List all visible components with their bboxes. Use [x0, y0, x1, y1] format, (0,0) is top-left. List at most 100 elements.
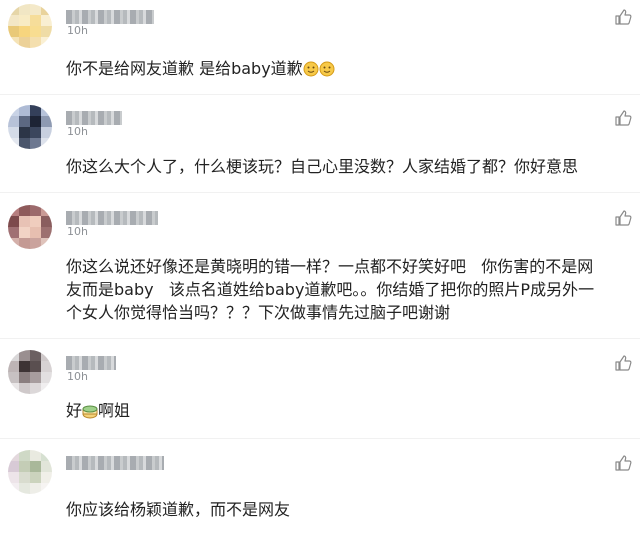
avatar-pixel: [41, 26, 52, 37]
avatar-pixel: [8, 26, 19, 37]
avatar-pixel: [8, 372, 19, 383]
avatar-pixel: [30, 138, 41, 149]
avatar-pixel: [41, 483, 52, 494]
avatar-pixel: [30, 372, 41, 383]
avatar-pixel: [41, 238, 52, 249]
avatar-pixel: [41, 4, 52, 15]
avatar-pixel: [19, 127, 30, 138]
avatar[interactable]: [8, 105, 52, 149]
username-blurred[interactable]: [66, 356, 116, 370]
avatar-pixel: [41, 227, 52, 238]
divider: [0, 192, 640, 193]
avatar-pixel: [19, 4, 30, 15]
avatar-pixel: [30, 483, 41, 494]
comment-text-part: 啊姐: [98, 401, 131, 420]
comment-feed: 10h 你不是给网友道歉 是给baby道歉 10h 你这么大个人了，什么梗该玩？…: [0, 0, 640, 538]
avatar-pixel: [8, 461, 19, 472]
avatar-pixel: [30, 350, 41, 361]
cake-emoji-icon: [82, 405, 98, 419]
avatar-pixel: [19, 205, 30, 216]
comment-text: 好啊姐: [66, 399, 634, 422]
avatar-pixel: [8, 116, 19, 127]
avatar-pixel: [41, 105, 52, 116]
avatar-pixel: [41, 127, 52, 138]
avatar-pixel: [30, 238, 41, 249]
avatar-pixel: [41, 37, 52, 48]
comment-text-line: 友而是baby 该点名道姓给baby道歉吧。。你结婚了把你的照片P成另外一: [66, 280, 595, 299]
avatar-pixel: [19, 116, 30, 127]
avatar-pixel: [8, 105, 19, 116]
avatar-pixel: [8, 216, 19, 227]
avatar-pixel: [19, 105, 30, 116]
divider: [0, 438, 640, 439]
avatar-pixel: [19, 238, 30, 249]
avatar-pixel: [30, 105, 41, 116]
avatar-pixel: [30, 127, 41, 138]
avatar-pixel: [8, 483, 19, 494]
like-thumb-icon[interactable]: [614, 109, 632, 127]
like-thumb-icon[interactable]: [614, 209, 632, 227]
avatar-pixel: [8, 472, 19, 483]
username-blurred[interactable]: [66, 111, 122, 125]
avatar-pixel: [8, 4, 19, 15]
avatar-pixel: [41, 216, 52, 227]
avatar-pixel: [8, 127, 19, 138]
avatar-pixel: [41, 15, 52, 26]
avatar-pixel: [19, 350, 30, 361]
avatar-pixel: [41, 450, 52, 461]
avatar-pixel: [30, 450, 41, 461]
comment-time: 10h: [67, 370, 88, 383]
avatar-pixel: [19, 461, 30, 472]
avatar[interactable]: [8, 450, 52, 494]
avatar[interactable]: [8, 205, 52, 249]
comment-text-part: 好: [66, 401, 83, 420]
username-blurred[interactable]: [66, 456, 164, 470]
avatar-pixel: [41, 350, 52, 361]
avatar-pixel: [30, 37, 41, 48]
avatar-pixel: [30, 116, 41, 127]
avatar[interactable]: [8, 4, 52, 48]
avatar-pixel: [8, 15, 19, 26]
like-thumb-icon[interactable]: [614, 354, 632, 372]
avatar-pixel: [8, 383, 19, 394]
comment-text-part: 你不是给网友道歉 是给baby道歉: [66, 59, 303, 78]
avatar-pixel: [19, 483, 30, 494]
comment-text-line: 你这么说还好像还是黄晓明的错一样？一点都不好笑好吧 你伤害的不是网: [66, 257, 594, 276]
comment-text: 你这么说还好像还是黄晓明的错一样？一点都不好笑好吧 你伤害的不是网 友而是bab…: [66, 255, 634, 324]
avatar-pixel: [19, 138, 30, 149]
avatar-pixel: [41, 461, 52, 472]
avatar-pixel: [19, 26, 30, 37]
avatar-pixel: [19, 472, 30, 483]
avatar-pixel: [41, 205, 52, 216]
avatar-pixel: [8, 227, 19, 238]
smiley-emoji-icon: [303, 61, 319, 77]
avatar-pixel: [19, 450, 30, 461]
avatar-pixel: [41, 372, 52, 383]
avatar-pixel: [30, 461, 41, 472]
avatar-pixel: [8, 350, 19, 361]
avatar[interactable]: [8, 350, 52, 394]
username-blurred[interactable]: [66, 211, 158, 225]
avatar-pixel: [8, 238, 19, 249]
avatar-pixel: [8, 450, 19, 461]
avatar-pixel: [30, 361, 41, 372]
avatar-pixel: [30, 383, 41, 394]
username-blurred[interactable]: [66, 10, 154, 24]
avatar-pixel: [8, 205, 19, 216]
avatar-pixel: [8, 37, 19, 48]
divider: [0, 338, 640, 339]
avatar-pixel: [8, 138, 19, 149]
like-thumb-icon[interactable]: [614, 8, 632, 26]
comment-time: 10h: [67, 24, 88, 37]
avatar-pixel: [30, 26, 41, 37]
avatar-pixel: [19, 361, 30, 372]
avatar-pixel: [30, 227, 41, 238]
avatar-pixel: [41, 361, 52, 372]
comment-time: 10h: [67, 225, 88, 238]
like-thumb-icon[interactable]: [614, 454, 632, 472]
comment-text: 你不是给网友道歉 是给baby道歉: [66, 57, 634, 80]
avatar-pixel: [8, 361, 19, 372]
avatar-pixel: [30, 15, 41, 26]
avatar-pixel: [19, 227, 30, 238]
avatar-pixel: [41, 138, 52, 149]
